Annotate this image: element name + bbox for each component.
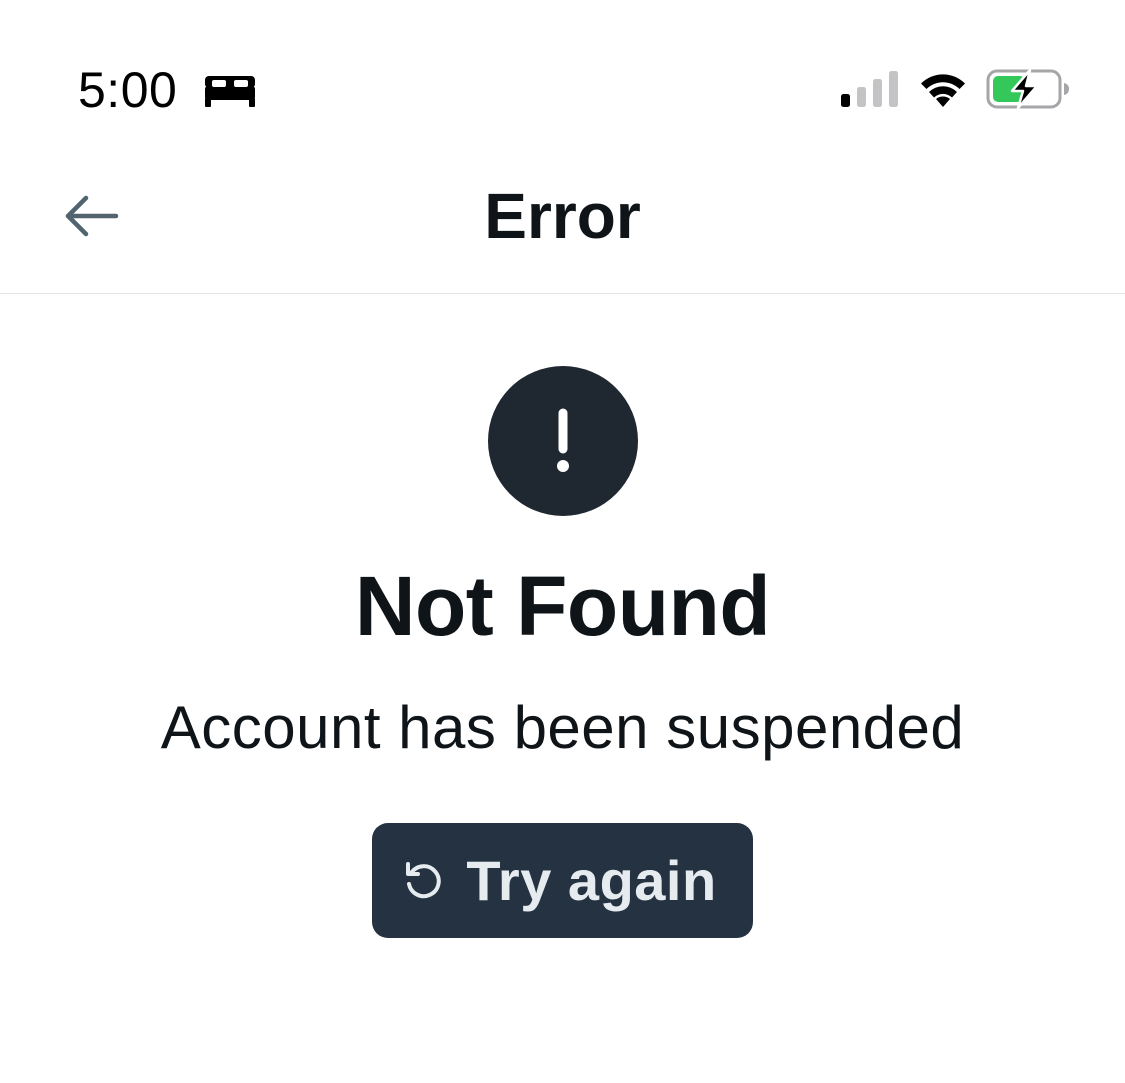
wifi-icon <box>921 74 965 107</box>
error-exclamation-icon <box>488 366 638 516</box>
cellular-signal-icon <box>841 71 898 107</box>
sleep-focus-icon <box>205 76 255 107</box>
status-time: 5:00 <box>78 62 178 118</box>
navigation-header: Error <box>0 150 1125 294</box>
try-again-button[interactable]: Try again <box>372 823 753 938</box>
error-message: Account has been suspended <box>160 694 965 761</box>
status-bar: 5:00 <box>0 0 1125 150</box>
battery-charging-icon <box>986 68 1069 110</box>
page-title: Error <box>484 180 641 252</box>
error-title: Not Found <box>354 559 771 653</box>
refresh-icon <box>406 861 442 898</box>
try-again-label: Try again <box>466 848 717 912</box>
